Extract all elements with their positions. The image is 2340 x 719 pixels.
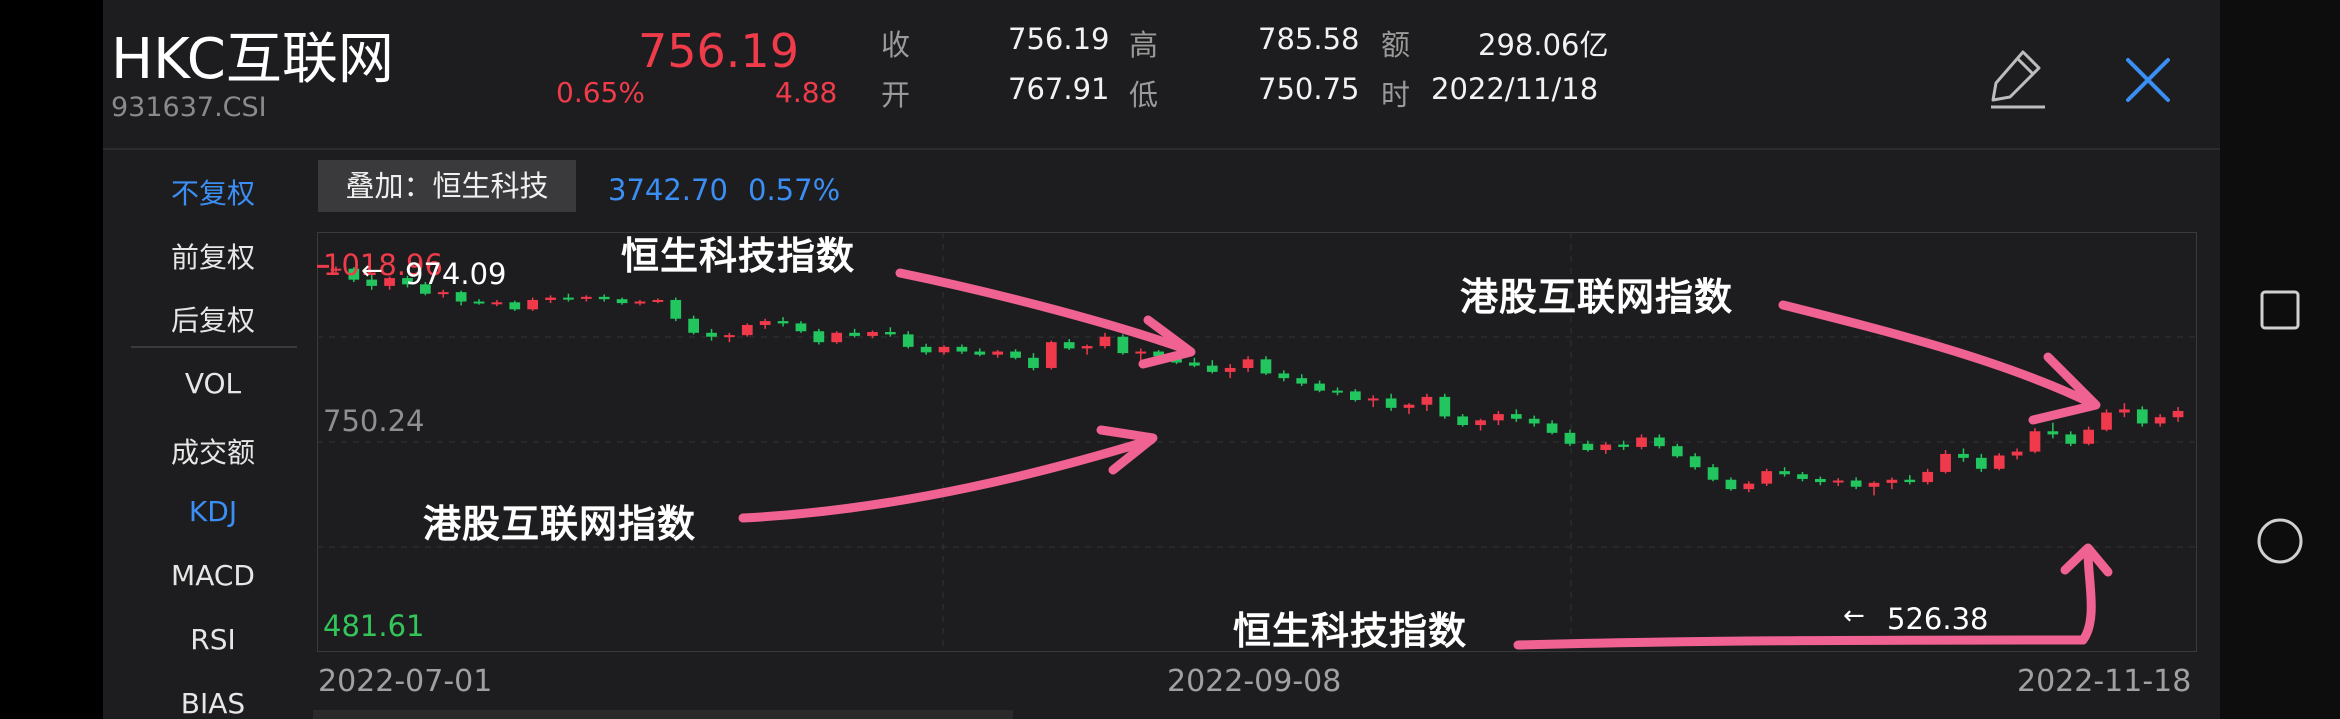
annotation-hstech-bottom: 恒生科技指数 (1233, 609, 1468, 653)
annotation-hkinternet-right: 港股互联网指数 (1460, 275, 1734, 319)
system-nav-bar (2220, 0, 2340, 719)
annotation-arrows (738, 268, 2113, 650)
home-button[interactable] (2254, 515, 2306, 567)
arrow-hstech-top (895, 268, 1193, 355)
annotation-hkinternet-left: 港股互联网指数 (423, 502, 697, 546)
circle-home-icon (2257, 518, 2303, 564)
square-recents-icon (2260, 290, 2300, 330)
arrow-hstech-bottom (1513, 547, 2096, 650)
recents-button[interactable] (2256, 286, 2304, 334)
app-window: HKC互联网 931637.CSI 756.19 0.65% 4.88 收 75… (103, 0, 2220, 719)
annotation-hstech-top: 恒生科技指数 (621, 234, 856, 278)
arrow-hkinternet-left (738, 435, 1156, 523)
bottom-strip (313, 710, 1013, 719)
